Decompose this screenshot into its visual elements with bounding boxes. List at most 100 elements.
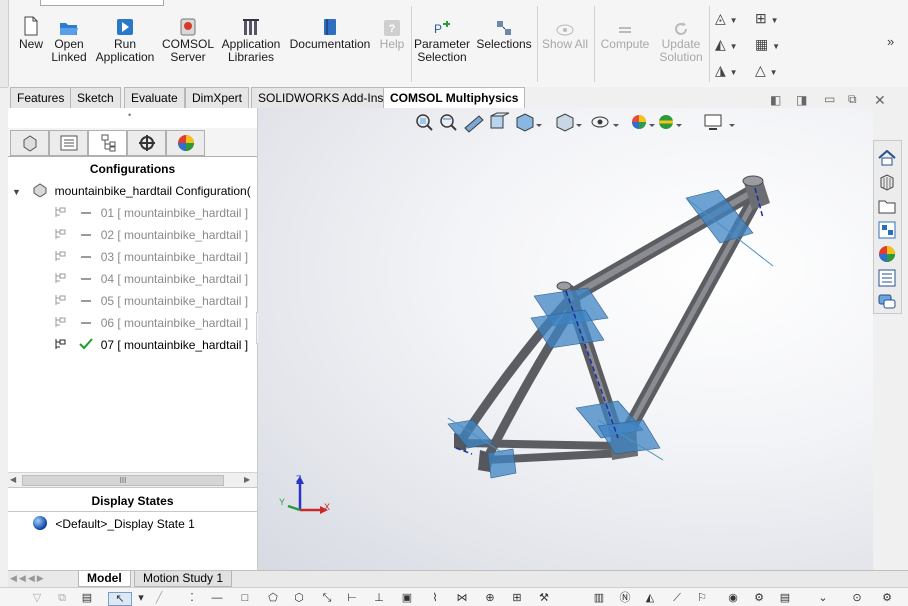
display-manager-tab[interactable]	[166, 130, 205, 156]
graphics-viewport[interactable]: ◧ ◨ ▭ ⧉ ✕ Z X Y	[258, 92, 886, 570]
feature-manager-tab[interactable]	[10, 130, 49, 156]
tile-left-icon[interactable]: ◧	[770, 93, 781, 107]
scroll-thumb[interactable]: III	[22, 475, 224, 486]
table-icon[interactable]: ▥	[588, 592, 610, 604]
configuration-item[interactable]: 01 [ mountainbike_hardtail ]	[54, 203, 248, 223]
parameter-selection-button[interactable]: P Parameter Selection	[414, 14, 470, 64]
mesh-triangle-icon[interactable]: ◭ ▼	[715, 36, 738, 53]
flag-icon[interactable]: ⚐	[695, 592, 709, 604]
configuration-manager-tab[interactable]	[88, 130, 127, 156]
spline-icon[interactable]: ⌇	[428, 592, 442, 604]
display-state-item[interactable]: <Default>_Display State 1	[32, 514, 195, 534]
wireframe-icon[interactable]: ◮ ▼	[715, 62, 738, 79]
point-icon[interactable]: ⁚	[185, 592, 199, 604]
configuration-item[interactable]: 02 [ mountainbike_hardtail ]	[54, 225, 248, 245]
config-node-icon	[55, 207, 66, 217]
copy-icon[interactable]: ⧉	[55, 592, 69, 604]
target-icon[interactable]: ⊕	[483, 592, 497, 604]
rectangle-icon[interactable]: □	[238, 592, 252, 604]
tab-nav-arrows-icon[interactable]: ◀◀◀▶	[10, 573, 46, 584]
measure-icon[interactable]: ⟋	[670, 592, 684, 604]
compute-label: Compute	[600, 37, 650, 51]
dimension-icon[interactable]: ⊢	[345, 592, 359, 604]
configuration-item[interactable]: 04 [ mountainbike_hardtail ]	[54, 269, 248, 289]
panel-grip[interactable]: •	[128, 110, 131, 120]
tab-dimxpert[interactable]: DimXpert	[185, 87, 250, 108]
file-explorer-icon[interactable]	[876, 195, 898, 217]
tab-features[interactable]: Features	[10, 87, 72, 108]
stack-icon[interactable]: ▤	[778, 592, 792, 604]
configuration-item-active[interactable]: 07 [ mountainbike_hardtail ]	[54, 335, 248, 355]
sketch-line-icon[interactable]: ╱	[152, 592, 166, 604]
documentation-button[interactable]: Documentation	[288, 14, 372, 51]
note-icon[interactable]: Ⓝ	[618, 592, 632, 604]
bike-frame-model[interactable]	[258, 108, 873, 570]
expand-icon[interactable]: ⌄	[816, 592, 830, 604]
tab-sketch[interactable]: Sketch	[70, 87, 121, 108]
selections-button[interactable]: Selections	[474, 14, 534, 51]
configuration-item[interactable]: 05 [ mountainbike_hardtail ]	[54, 291, 248, 311]
configuration-item[interactable]: 03 [ mountainbike_hardtail ]	[54, 247, 248, 267]
relation-icon[interactable]: ⊥	[372, 592, 386, 604]
surface-triangle-icon[interactable]: △ ▼	[755, 62, 778, 79]
panel-horizontal-scrollbar[interactable]: ◀ III ▶	[8, 472, 257, 487]
tab-solidworks-addins[interactable]: SOLIDWORKS Add-Ins	[251, 87, 391, 108]
design-library-icon[interactable]	[876, 171, 898, 193]
tab-motion-study[interactable]: Motion Study 1	[134, 571, 233, 587]
minimize-icon[interactable]: ▭	[824, 92, 835, 106]
datum-icon[interactable]: ◭	[643, 592, 657, 604]
parameter-selection-icon: P	[434, 21, 450, 36]
ribbon-overflow-icon[interactable]: »	[887, 34, 894, 49]
mirror-icon[interactable]: ⋈	[455, 592, 469, 604]
configuration-root[interactable]: ▼ mountainbike_hardtail Configuration(	[12, 181, 251, 201]
close-icon[interactable]: ✕	[874, 92, 886, 109]
grid-icon[interactable]: ⊞	[510, 592, 524, 604]
tab-comsol-multiphysics[interactable]: COMSOL Multiphysics	[383, 87, 526, 109]
tab-model[interactable]: Model	[78, 571, 131, 587]
view-icon[interactable]: ◉	[726, 592, 740, 604]
panel-divider	[8, 487, 257, 488]
mesh-shape-icon[interactable]: ◬ ▼	[715, 10, 738, 27]
dropdown-icon[interactable]: ▾	[134, 592, 148, 604]
frame-icon[interactable]: ▣	[400, 592, 414, 604]
ribbon-separator	[594, 6, 595, 82]
home-icon[interactable]	[876, 147, 898, 169]
application-libraries-button[interactable]: Application Libraries	[218, 14, 284, 64]
run-application-button[interactable]: Run Application	[93, 14, 157, 64]
scroll-left-icon[interactable]: ◀	[10, 475, 16, 484]
custom-properties-icon[interactable]	[876, 267, 898, 289]
trim-icon[interactable]: ⤡	[320, 592, 334, 604]
view-palette-icon[interactable]	[876, 219, 898, 241]
svg-text:?: ?	[389, 23, 396, 35]
new-button[interactable]: New	[14, 14, 48, 51]
layers-icon[interactable]: ▤	[80, 592, 94, 604]
select-arrow-icon[interactable]: ↖	[108, 592, 132, 606]
zoom-icon[interactable]: ⊙	[850, 592, 864, 604]
scroll-right-icon[interactable]: ▶	[244, 475, 250, 484]
comsol-server-button[interactable]: COMSOL Server	[162, 14, 214, 64]
property-manager-tab[interactable]	[49, 130, 88, 156]
show-all-button[interactable]: Show All	[540, 14, 590, 51]
collapse-arrow-icon[interactable]: ▼	[12, 187, 21, 197]
filter-icon[interactable]: ▽	[30, 592, 44, 604]
tool-icon[interactable]: ⚒	[537, 592, 551, 604]
restore-icon[interactable]: ⧉	[848, 92, 857, 107]
compute-button[interactable]: Compute	[598, 14, 652, 51]
documentation-label: Documentation	[289, 37, 371, 51]
settings-icon[interactable]: ⚙	[752, 592, 766, 604]
appearances-icon[interactable]	[876, 243, 898, 265]
open-linked-button[interactable]: Open Linked	[50, 14, 88, 64]
tab-evaluate[interactable]: Evaluate	[124, 87, 185, 108]
help-button[interactable]: ? Help	[376, 14, 408, 51]
configuration-item[interactable]: 06 [ mountainbike_hardtail ]	[54, 313, 248, 333]
forum-icon[interactable]	[876, 291, 898, 313]
update-solution-button[interactable]: Update Solution	[656, 14, 706, 64]
options-icon[interactable]: ⚙	[880, 592, 894, 604]
line-icon[interactable]: —	[210, 592, 224, 604]
polygon-icon[interactable]: ⬠	[266, 592, 280, 604]
mesh-grid-icon[interactable]: ▦ ▼	[755, 36, 780, 53]
box-icon[interactable]: ⬡	[292, 592, 306, 604]
tile-right-icon[interactable]: ◨	[796, 93, 807, 107]
dimxpert-manager-tab[interactable]	[127, 130, 166, 156]
grid-view-icon[interactable]: ⊞ ▼	[755, 10, 779, 27]
